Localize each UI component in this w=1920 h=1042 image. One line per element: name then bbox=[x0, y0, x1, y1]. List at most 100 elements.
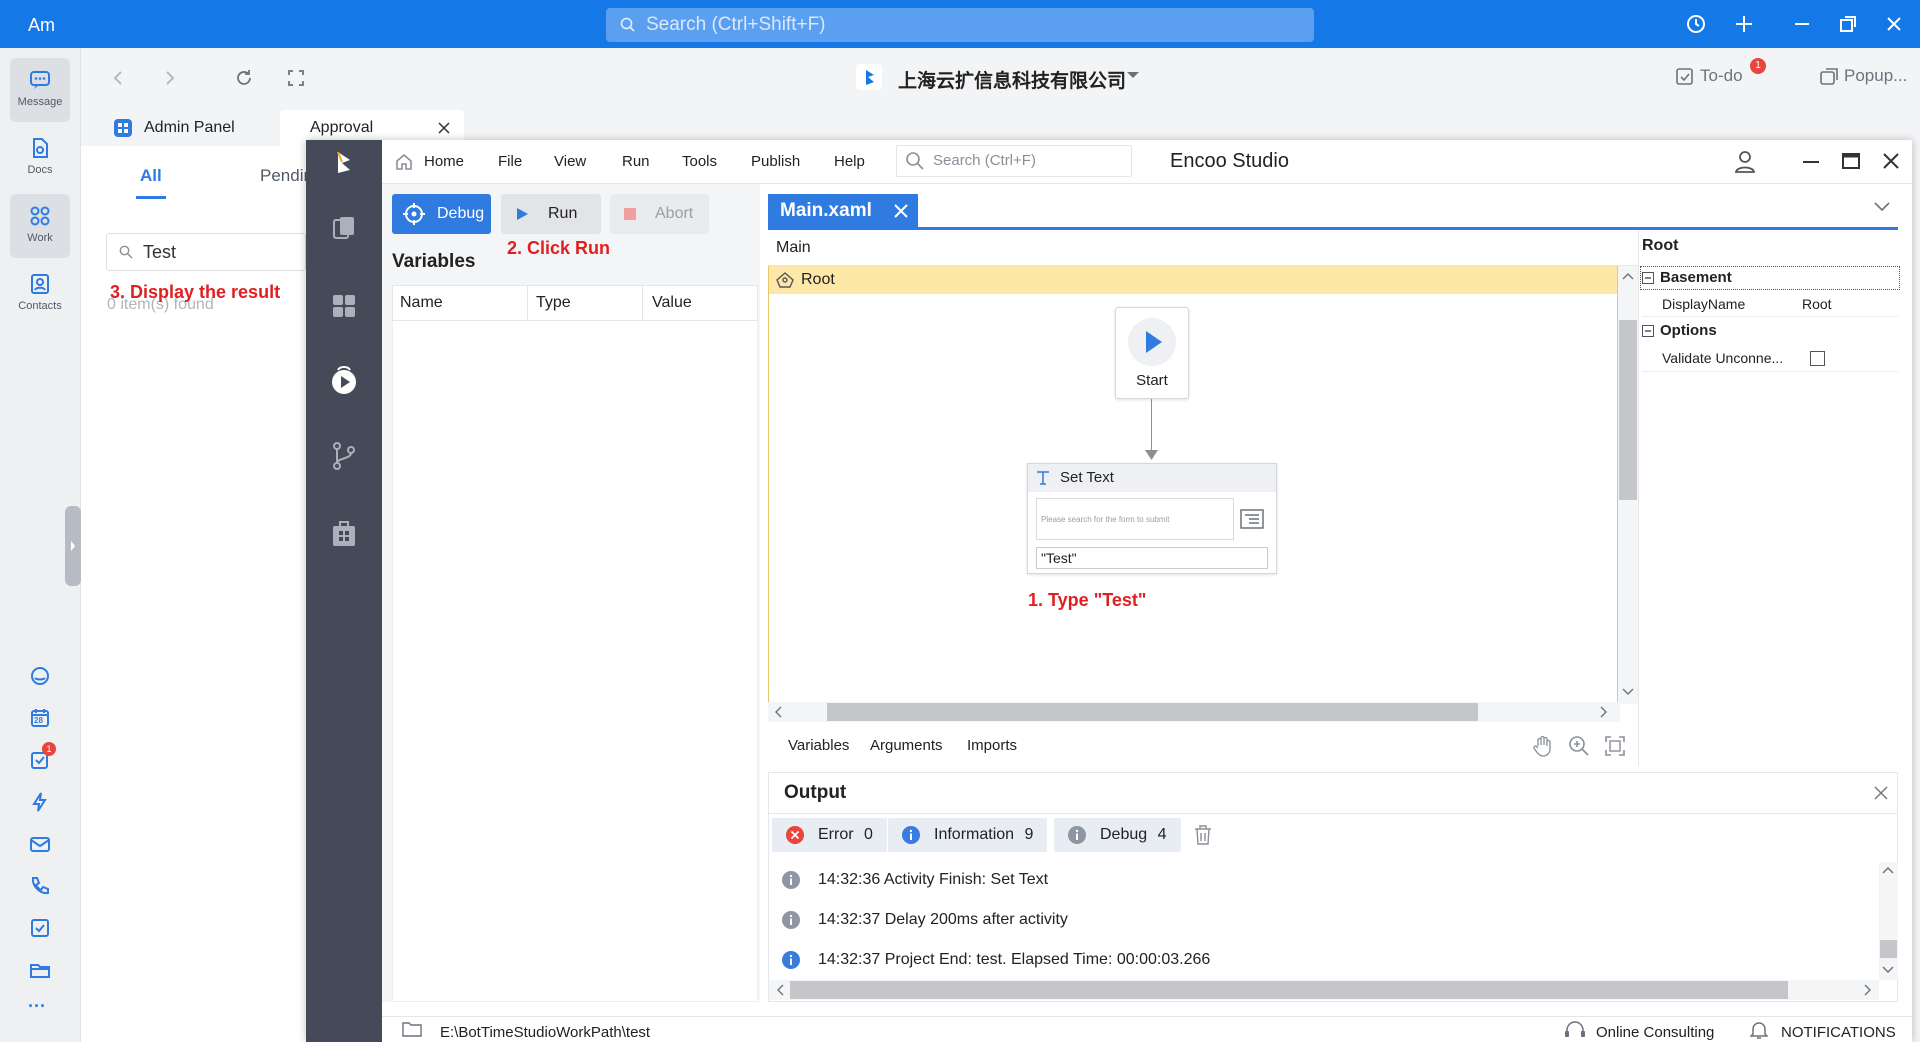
output-close-icon[interactable] bbox=[1874, 786, 1888, 800]
collapse-icon[interactable] bbox=[1642, 272, 1654, 284]
display-name-value[interactable]: Root bbox=[1802, 291, 1898, 317]
phone-icon[interactable] bbox=[28, 874, 52, 898]
column-name[interactable]: Name bbox=[400, 285, 443, 321]
output-horizontal-thumb[interactable] bbox=[790, 981, 1788, 999]
menu-home[interactable]: Home bbox=[424, 153, 464, 170]
home-icon[interactable] bbox=[394, 152, 414, 172]
filter-information[interactable]: Information 9 bbox=[888, 818, 1048, 852]
back-icon[interactable] bbox=[108, 68, 128, 88]
online-consulting[interactable]: Online Consulting bbox=[1596, 1024, 1714, 1041]
filter-debug[interactable]: Debug 4 bbox=[1054, 818, 1181, 852]
output-vertical-scrollbar[interactable] bbox=[1879, 862, 1898, 980]
canvas-vertical-thumb[interactable] bbox=[1619, 320, 1637, 500]
studio-close-icon[interactable] bbox=[1882, 152, 1900, 170]
scroll-right-icon[interactable] bbox=[1864, 984, 1872, 996]
chevron-down-icon[interactable] bbox=[1126, 70, 1140, 80]
close-icon[interactable] bbox=[438, 122, 450, 134]
company-name[interactable]: 上海云扩信息科技有限公司 bbox=[898, 66, 1126, 93]
scroll-down-icon[interactable] bbox=[1622, 688, 1634, 696]
studio-search-input[interactable]: Search (Ctrl+F) bbox=[896, 145, 1132, 177]
activities-icon[interactable] bbox=[330, 292, 358, 320]
mail-icon[interactable] bbox=[28, 832, 52, 856]
debug-panel-icon[interactable] bbox=[328, 362, 360, 398]
section-options[interactable]: Options bbox=[1642, 319, 1717, 343]
section-basement[interactable]: Basement bbox=[1642, 266, 1732, 290]
zoom-in-icon[interactable] bbox=[1568, 735, 1590, 757]
target-picker-icon[interactable] bbox=[1240, 508, 1264, 530]
global-search-input[interactable]: Search (Ctrl+Shift+F) bbox=[606, 8, 1314, 42]
history-icon[interactable] bbox=[1684, 12, 1710, 38]
tab-pending[interactable]: Pendin bbox=[260, 166, 313, 186]
scroll-left-icon[interactable] bbox=[774, 706, 782, 718]
branch-icon[interactable] bbox=[330, 440, 358, 472]
calendar-icon[interactable]: 28 bbox=[28, 706, 52, 730]
doc-tab-main[interactable]: Main.xaml bbox=[768, 194, 918, 228]
run-button[interactable]: Run bbox=[501, 194, 601, 234]
lightning-icon[interactable] bbox=[28, 790, 52, 814]
close-icon[interactable] bbox=[1882, 12, 1908, 38]
tab-admin-panel[interactable]: Admin Panel bbox=[100, 110, 280, 146]
collapse-icon[interactable] bbox=[1642, 325, 1654, 337]
more-icon[interactable]: ··· bbox=[28, 996, 46, 1017]
user-icon[interactable] bbox=[1734, 150, 1756, 174]
scroll-left-icon[interactable] bbox=[776, 984, 784, 996]
canvas-horizontal-thumb[interactable] bbox=[827, 703, 1478, 721]
tab-variables[interactable]: Variables bbox=[788, 737, 849, 754]
headset-icon[interactable] bbox=[1564, 1021, 1586, 1039]
set-text-header[interactable]: Set Text bbox=[1028, 464, 1276, 492]
rail-item-docs[interactable]: Docs bbox=[10, 126, 70, 190]
root-sequence-bar[interactable]: Root bbox=[769, 266, 1617, 294]
chevron-down-icon[interactable] bbox=[1874, 202, 1890, 212]
scroll-right-icon[interactable] bbox=[1600, 706, 1608, 718]
menu-file[interactable]: File bbox=[498, 153, 522, 170]
minimize-icon[interactable] bbox=[1790, 12, 1816, 38]
form-icon[interactable] bbox=[28, 916, 52, 940]
menu-run[interactable]: Run bbox=[622, 153, 650, 170]
rail-item-contacts[interactable]: Contacts bbox=[10, 262, 70, 326]
tab-arguments[interactable]: Arguments bbox=[870, 737, 943, 754]
abort-button[interactable]: Abort bbox=[610, 194, 709, 234]
bell-icon[interactable] bbox=[1750, 1020, 1768, 1040]
scroll-down-icon[interactable] bbox=[1882, 966, 1894, 974]
rail-item-message[interactable]: Message bbox=[10, 58, 70, 122]
projects-icon[interactable] bbox=[330, 214, 358, 242]
tasks-icon[interactable]: 1 bbox=[28, 742, 56, 772]
breadcrumb[interactable]: Main bbox=[768, 230, 1638, 266]
start-node[interactable]: Start bbox=[1115, 307, 1189, 399]
packages-icon[interactable] bbox=[330, 518, 358, 548]
validate-checkbox[interactable] bbox=[1810, 351, 1825, 366]
column-type[interactable]: Type bbox=[536, 285, 571, 321]
hand-icon[interactable] bbox=[1532, 735, 1554, 757]
scroll-up-icon[interactable] bbox=[1622, 272, 1634, 280]
studio-minimize-icon[interactable] bbox=[1802, 156, 1820, 168]
column-value[interactable]: Value bbox=[652, 285, 692, 321]
add-icon[interactable] bbox=[1732, 12, 1758, 38]
refresh-icon[interactable] bbox=[234, 68, 254, 88]
notifications[interactable]: NOTIFICATIONS bbox=[1781, 1024, 1896, 1041]
output-vertical-thumb[interactable] bbox=[1880, 940, 1897, 958]
clear-output-icon[interactable] bbox=[1194, 825, 1212, 845]
menu-publish[interactable]: Publish bbox=[751, 153, 800, 170]
rail-item-work[interactable]: Work bbox=[10, 194, 70, 258]
approval-search-input[interactable]: Test bbox=[106, 233, 306, 271]
restore-icon[interactable] bbox=[1836, 12, 1862, 38]
menu-view[interactable]: View bbox=[554, 153, 586, 170]
studio-maximize-icon[interactable] bbox=[1842, 152, 1860, 170]
user-avatar[interactable]: Am bbox=[14, 10, 66, 40]
target-element-preview[interactable]: Please search for the form to submit bbox=[1036, 498, 1234, 540]
tab-all[interactable]: All bbox=[140, 166, 162, 186]
cloud-icon[interactable] bbox=[28, 664, 52, 688]
debug-button[interactable]: Debug bbox=[392, 194, 491, 234]
filter-error[interactable]: Error 0 bbox=[772, 818, 887, 852]
close-icon[interactable] bbox=[894, 204, 908, 218]
popup-button[interactable]: Popup... bbox=[1820, 66, 1907, 86]
menu-tools[interactable]: Tools bbox=[682, 153, 717, 170]
project-path[interactable]: E:\BotTimeStudioWorkPath\test bbox=[440, 1024, 650, 1041]
forward-icon[interactable] bbox=[160, 68, 180, 88]
scroll-up-icon[interactable] bbox=[1882, 866, 1894, 874]
menu-help[interactable]: Help bbox=[834, 153, 865, 170]
folder-icon[interactable] bbox=[28, 958, 52, 982]
fit-screen-icon[interactable] bbox=[1604, 735, 1626, 757]
fullscreen-icon[interactable] bbox=[286, 68, 306, 88]
tab-imports[interactable]: Imports bbox=[967, 737, 1017, 754]
